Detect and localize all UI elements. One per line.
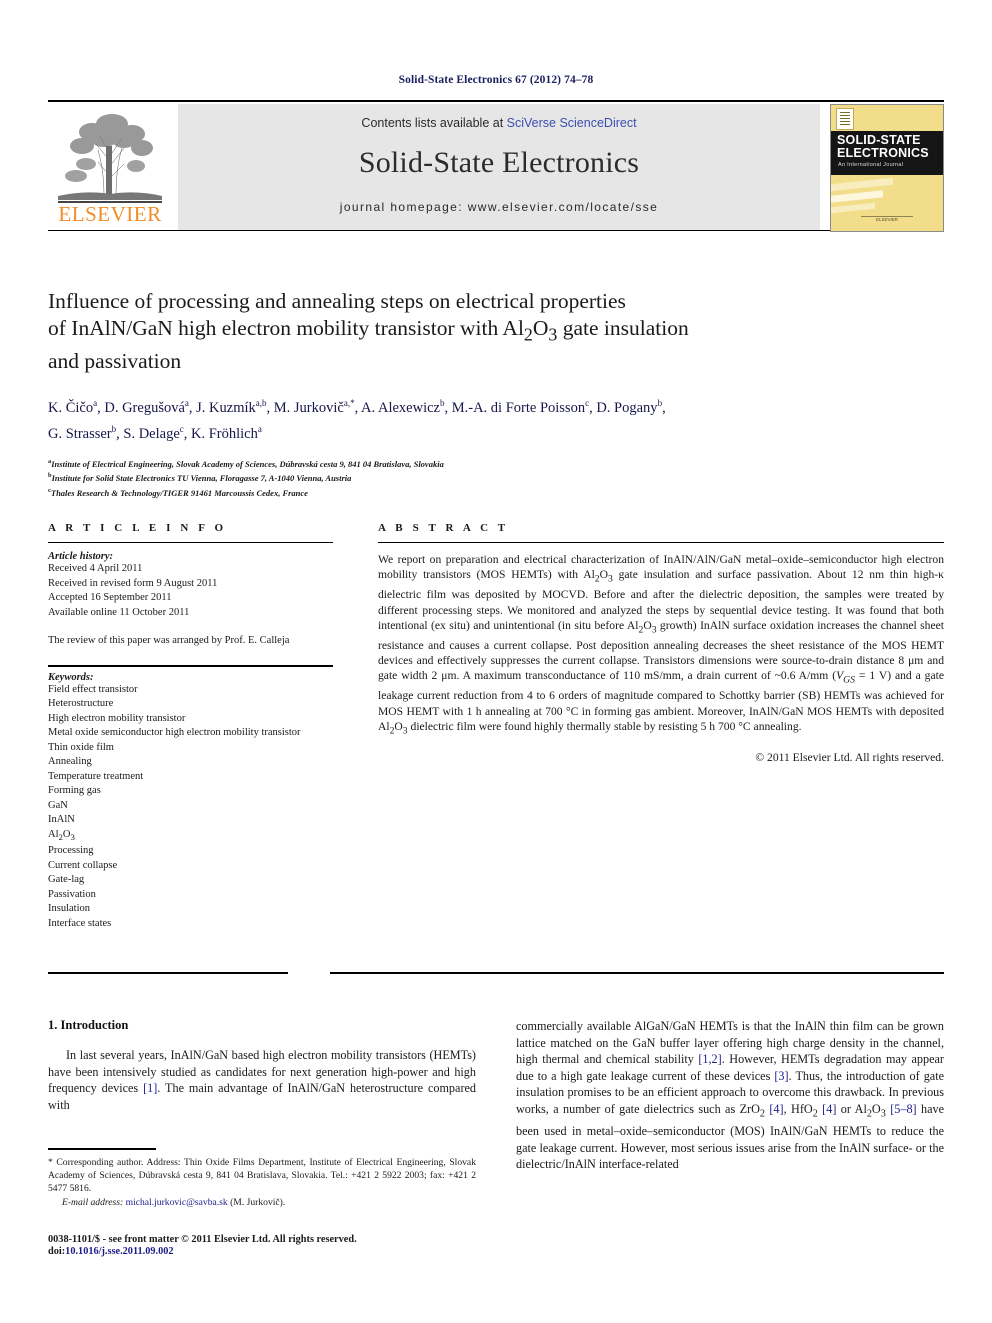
keyword-item: Forming gas (48, 785, 101, 796)
left-column-bottom-rule (48, 972, 288, 974)
keyword-item: GaN (48, 799, 68, 811)
doi-link[interactable]: 10.1016/j.sse.2011.09.002 (65, 1246, 173, 1257)
citation-1-2[interactable]: [1,2] (698, 1052, 721, 1066)
article-info-rule (48, 542, 333, 543)
email-link[interactable]: michal.jurkovic@savba.sk (126, 1197, 228, 1208)
page-title: Influence of processing and annealing st… (48, 288, 944, 375)
footnote-rule (48, 1148, 156, 1150)
elsevier-tree-icon (56, 106, 164, 204)
paper-page: Solid-State Electronics 67 (2012) 74–78 (0, 0, 992, 1323)
history-accepted: Accepted 16 September 2011 (48, 592, 172, 603)
keyword-item: Thin oxide film (48, 741, 114, 753)
right-column-bottom-rule (330, 972, 944, 974)
section-title-introduction: 1. Introduction (48, 1018, 129, 1032)
journal-homepage[interactable]: journal homepage: www.elsevier.com/locat… (178, 200, 820, 214)
author-line-1: K. Čičoa, D. Gregušováa, J. Kuzmíka,b, M… (48, 398, 666, 417)
page-footer: 0038-1101/$ - see front matter © 2011 El… (48, 1234, 518, 1257)
tree-svg (58, 114, 162, 203)
title-sub-1: 2 (523, 324, 533, 345)
keyword-item: Metal oxide semiconductor high electron … (48, 727, 301, 738)
title-line-2c: gate insulation (557, 316, 689, 340)
contents-available-line: Contents lists available at SciVerse Sci… (178, 116, 820, 130)
title-line-2a: of InAlN/GaN high electron mobility tran… (48, 316, 524, 340)
title-line-3: and passivation (48, 349, 182, 374)
cover-footer-text: ELSEVIER (875, 217, 898, 222)
running-head: Solid-State Electronics 67 (2012) 74–78 (398, 74, 594, 86)
article-info-column: A R T I C L E I N F O Article history: R… (48, 522, 333, 931)
keywords-rule (48, 664, 333, 667)
footnote-text: * Corresponding author. Address: Thin Ox… (48, 1156, 476, 1194)
keyword-item: Gate-lag (48, 874, 85, 886)
citation-5-8[interactable]: [5–8] (890, 1102, 916, 1116)
title-block: Influence of processing and annealing st… (48, 288, 944, 499)
keyword-item: Passivation (48, 888, 96, 900)
affiliation-list: aInstitute of Electrical Engineering, Sl… (48, 456, 944, 499)
history-received: Received 4 April 2011 (48, 563, 143, 574)
citation-1[interactable]: [1] (143, 1081, 157, 1095)
citation-4b[interactable]: [4] (822, 1102, 836, 1116)
abstract-rule (378, 542, 944, 543)
keyword-item: Interface states (48, 917, 112, 929)
author-line-2: G. Strasserb, S. Delagec, K. Fröhlicha (48, 424, 262, 442)
doi-line: doi:10.1016/j.sse.2011.09.002 (48, 1246, 518, 1257)
affiliation-c-text: Thales Research & Technology/TIGER 91461… (50, 487, 308, 498)
corresponding-author-footnote: * Corresponding author. Address: Thin Ox… (48, 1148, 476, 1209)
keywords-block: Keywords: Field effect transistor Hetero… (48, 672, 333, 932)
keyword-item: Temperature treatment (48, 770, 144, 782)
keyword-item: Processing (48, 845, 94, 857)
issn-copyright-line: 0038-1101/$ - see front matter © 2011 El… (48, 1234, 357, 1245)
contents-prefix: Contents lists available at (361, 116, 507, 130)
body-column-left: 1. Introduction In last several years, I… (48, 1018, 476, 1113)
keyword-item: Current collapse (48, 859, 118, 871)
affiliation-c: cThales Research & Technology/TIGER 9146… (48, 485, 944, 499)
keyword-item: High electron mobility transistor (48, 712, 186, 724)
keyword-item: Annealing (48, 756, 92, 767)
intro-paragraph-left: In last several years, InAlN/GaN based h… (48, 1048, 476, 1112)
history-online: Available online 11 October 2011 (48, 606, 190, 618)
title-line-2b: O (532, 316, 549, 340)
abstract-column: A B S T R A C T We report on preparation… (378, 522, 944, 764)
masthead-banner: Contents lists available at SciVerse Sci… (178, 104, 820, 230)
keyword-item: Heterostructure (48, 698, 114, 709)
elsevier-wordmark: ELSEVIER (58, 202, 162, 226)
citation-3[interactable]: [3] (774, 1069, 788, 1083)
history-revised: Received in revised form 9 August 2011 (48, 577, 218, 589)
article-info-heading: A R T I C L E I N F O (48, 522, 227, 534)
masthead-top-rule (48, 100, 944, 102)
cover-elsevier-icon (836, 108, 854, 130)
keyword-item-al2o3: Al2O3 (48, 828, 75, 842)
keyword-item: Insulation (48, 903, 90, 915)
journal-title: Solid-State Electronics (358, 146, 640, 179)
footnote-email-line: E-mail address: michal.jurkovic@savba.sk… (48, 1196, 476, 1209)
body-column-right: commercially available AlGaN/GaN HEMTs i… (516, 1018, 944, 1173)
sciencedirect-link[interactable]: SciVerse ScienceDirect (507, 116, 637, 130)
cover-title-line2: ELECTRONICS (837, 146, 929, 160)
cover-subtitle: An International Journal (838, 162, 904, 168)
keyword-item: InAlN (48, 814, 75, 825)
doi-label: doi: (48, 1246, 66, 1257)
abstract-heading: A B S T R A C T (378, 522, 509, 534)
elsevier-logo: ELSEVIER (50, 104, 170, 230)
masthead-bottom-rule (48, 230, 944, 231)
keywords-label: Keywords: (48, 671, 94, 683)
review-arranged-note: The review of this paper was arranged by… (48, 635, 290, 646)
abstract-copyright: © 2011 Elsevier Ltd. All rights reserved… (755, 750, 944, 764)
abstract-text: We report on preparation and electrical … (378, 553, 944, 737)
author-list: K. Čičoa, D. Gregušováa, J. Kuzmíka,b, M… (48, 393, 944, 445)
journal-masthead: ELSEVIER Contents lists available at Sci… (48, 100, 944, 232)
citation-4a[interactable]: [4] (769, 1102, 783, 1116)
keyword-item: Field effect transistor (48, 683, 138, 695)
affiliation-a-text: Institute of Electrical Engineering, Slo… (51, 458, 444, 469)
title-line-1: Influence of processing and annealing st… (48, 289, 626, 313)
email-label: E-mail address: (62, 1197, 124, 1209)
email-owner: (M. Jurkovič). (230, 1197, 286, 1209)
affiliation-b: bInstitute for Solid State Electronics T… (48, 470, 944, 484)
article-history-label: Article history: (48, 551, 114, 562)
affiliation-a: aInstitute of Electrical Engineering, Sl… (48, 456, 944, 470)
intro-paragraph-right: commercially available AlGaN/GaN HEMTs i… (516, 1019, 945, 1172)
journal-cover-thumbnail: SOLID-STATE ELECTRONICS An International… (830, 104, 944, 232)
affiliation-b-text: Institute for Solid State Electronics TU… (51, 473, 352, 484)
